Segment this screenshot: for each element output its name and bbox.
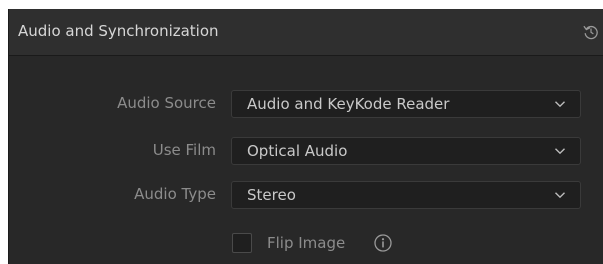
audio-source-dropdown[interactable]: Audio and KeyKode Reader [231, 90, 581, 118]
audio-type-label: Audio Type [134, 185, 216, 203]
chevron-down-icon [555, 192, 565, 199]
reset-icon[interactable] [583, 24, 599, 40]
audio-type-dropdown[interactable]: Stereo [231, 181, 581, 209]
panel-header: Audio and Synchronization [9, 9, 603, 56]
audio-type-value: Stereo [247, 186, 296, 204]
info-icon[interactable] [373, 233, 393, 253]
audio-source-row: Audio Source Audio and KeyKode Reader [9, 90, 603, 118]
audio-source-value: Audio and KeyKode Reader [247, 95, 450, 113]
use-film-value: Optical Audio [247, 142, 348, 160]
flip-image-checkbox[interactable] [232, 233, 252, 253]
chevron-down-icon [555, 101, 565, 108]
panel-title: Audio and Synchronization [18, 22, 219, 40]
flip-image-label: Flip Image [267, 234, 346, 252]
use-film-label: Use Film [152, 141, 216, 159]
use-film-dropdown[interactable]: Optical Audio [231, 137, 581, 165]
use-film-row: Use Film Optical Audio [9, 137, 603, 165]
audio-source-label: Audio Source [117, 94, 216, 112]
audio-type-row: Audio Type Stereo [9, 181, 603, 209]
audio-sync-panel: Audio and Synchronization Audio Source A… [8, 9, 603, 264]
chevron-down-icon [555, 148, 565, 155]
